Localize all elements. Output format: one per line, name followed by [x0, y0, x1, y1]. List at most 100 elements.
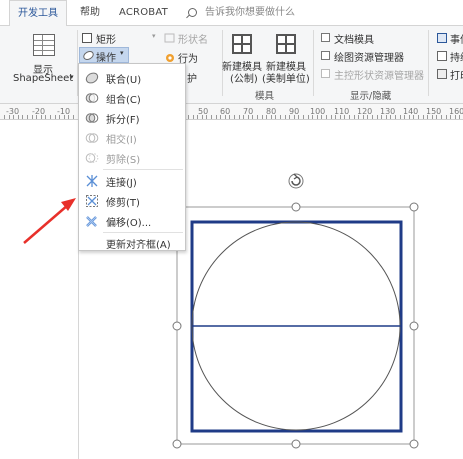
ruler-tick — [404, 115, 405, 119]
ruler-tick — [367, 115, 368, 119]
ruler-tick — [239, 115, 240, 119]
menu-item-trim[interactable]: 修剪(T) — [79, 191, 185, 211]
event-button[interactable]: 事件 — [450, 31, 463, 46]
ruler-tick — [262, 115, 263, 119]
menu-item-offset[interactable]: 偏移(O)... — [79, 211, 185, 231]
menu-item-union[interactable]: 联合(U) — [79, 68, 185, 88]
ruler-tick — [50, 115, 51, 119]
resize-handle[interactable] — [409, 439, 419, 449]
tab-acrobat[interactable]: ACROBAT — [119, 0, 168, 26]
search-icon[interactable] — [188, 8, 197, 17]
group-divider — [313, 30, 314, 96]
ruler-tick — [32, 115, 33, 119]
new-stencil-us-label-2: (美制单位) — [262, 74, 310, 85]
drawing-explorer-checkbox[interactable] — [321, 51, 330, 60]
menu-item-update-alignment-box[interactable]: 更新对齐框(A) — [79, 233, 185, 253]
ruler-tick — [326, 115, 327, 119]
resize-handle[interactable] — [172, 439, 182, 449]
ruler-tick — [229, 115, 230, 119]
resize-handle[interactable] — [172, 321, 182, 331]
ruler-tick — [64, 115, 65, 119]
ruler-tick — [432, 115, 433, 119]
group-divider — [428, 30, 429, 96]
union-icon — [85, 72, 99, 84]
ruler-tick — [36, 115, 37, 119]
ruler-tick — [381, 115, 382, 119]
ruler-tick — [436, 115, 437, 119]
menu-item-label: 连接(J) — [106, 178, 137, 189]
combine-icon — [85, 93, 99, 103]
ruler-tick — [280, 115, 281, 119]
stencil-icon — [276, 34, 296, 54]
rotate-handle-icon[interactable] — [288, 173, 304, 189]
ruler-tick — [206, 115, 207, 119]
show-hide-group-label: 显示/隐藏 — [350, 91, 392, 102]
chevron-down-icon: ▾ — [152, 32, 156, 40]
ruler-tick — [312, 115, 313, 119]
ruler-tick — [372, 115, 373, 119]
ruler-tick — [68, 115, 69, 119]
ruler-tick — [423, 115, 424, 119]
ruler-tick — [303, 115, 304, 119]
print-button[interactable]: 打印 — [450, 67, 463, 82]
ruler-tick — [211, 115, 212, 119]
protect-button-label[interactable]: 护 — [187, 70, 197, 85]
menu-item-combine[interactable]: 组合(C) — [79, 88, 185, 108]
ruler-tick — [395, 115, 396, 119]
horizontal-ruler[interactable]: -30 -20 -10 50 60 70 80 90 100 110 120 1… — [0, 104, 463, 120]
tab-help[interactable]: 帮助 — [80, 0, 100, 26]
ruler-tick — [193, 115, 194, 119]
ruler-tick — [340, 115, 341, 119]
menu-item-intersect[interactable]: 相交(I) — [79, 128, 185, 148]
ruler-tick — [18, 115, 19, 119]
ruler-tick — [9, 115, 10, 119]
ruler-tick — [321, 115, 322, 119]
ruler-tick — [358, 115, 359, 119]
ruler-tick — [413, 115, 414, 119]
document-stencil-checkbox[interactable] — [321, 33, 330, 42]
ruler-tick — [220, 115, 221, 119]
ruler-tick — [22, 115, 23, 119]
menu-item-fragment[interactable]: 拆分(F) — [79, 108, 185, 128]
persist-button[interactable]: 持续 — [450, 49, 463, 64]
menu-item-subtract[interactable]: 剪除(S) — [79, 148, 185, 168]
ruler-tick — [275, 115, 276, 119]
menu-item-label: 偏移(O)... — [106, 218, 152, 229]
print-icon — [437, 69, 447, 79]
chevron-down-icon: ▾ — [70, 73, 74, 81]
ruler-tick — [344, 115, 345, 119]
rectangle-button[interactable]: 矩形 — [96, 31, 116, 46]
resize-handle[interactable] — [291, 202, 301, 212]
ruler-tick — [441, 115, 442, 119]
ruler-tick — [335, 115, 336, 119]
ruler-tick — [225, 115, 226, 119]
ruler-tick — [349, 115, 350, 119]
master-explorer-checkbox[interactable] — [321, 69, 330, 78]
shape-name-button[interactable]: 形状名 — [178, 31, 208, 46]
ruler-tick — [450, 115, 451, 119]
tell-me-box[interactable]: 告诉我你想要做什么 — [205, 0, 295, 26]
offset-icon — [86, 216, 97, 227]
ruler-tick — [248, 115, 249, 119]
ruler-tick — [252, 115, 253, 119]
operations-button[interactable]: 操作 ▾ — [79, 47, 129, 64]
shapesheet-icon — [33, 34, 55, 56]
resize-handle[interactable] — [409, 321, 419, 331]
tab-developer[interactable]: 开发工具 — [9, 0, 67, 27]
ruler-tick — [266, 115, 267, 119]
menu-item-join[interactable]: 连接(J) — [79, 171, 185, 191]
show-shapesheet-label-2: ShapeSheet — [13, 73, 74, 84]
ruler-tick — [55, 115, 56, 119]
ruler-tick — [197, 115, 198, 119]
resize-handle[interactable] — [409, 202, 419, 212]
ruler-tick — [289, 115, 290, 119]
ruler-tick — [234, 115, 235, 119]
ruler-label: 140 — [403, 107, 419, 116]
ruler-tick — [285, 115, 286, 119]
ruler-tick — [418, 115, 419, 119]
chevron-down-icon: ▾ — [120, 49, 124, 57]
resize-handle[interactable] — [291, 439, 301, 449]
ruler-tick — [455, 115, 456, 119]
ruler-label: -20 — [32, 107, 46, 116]
drawing-canvas[interactable] — [0, 121, 463, 459]
